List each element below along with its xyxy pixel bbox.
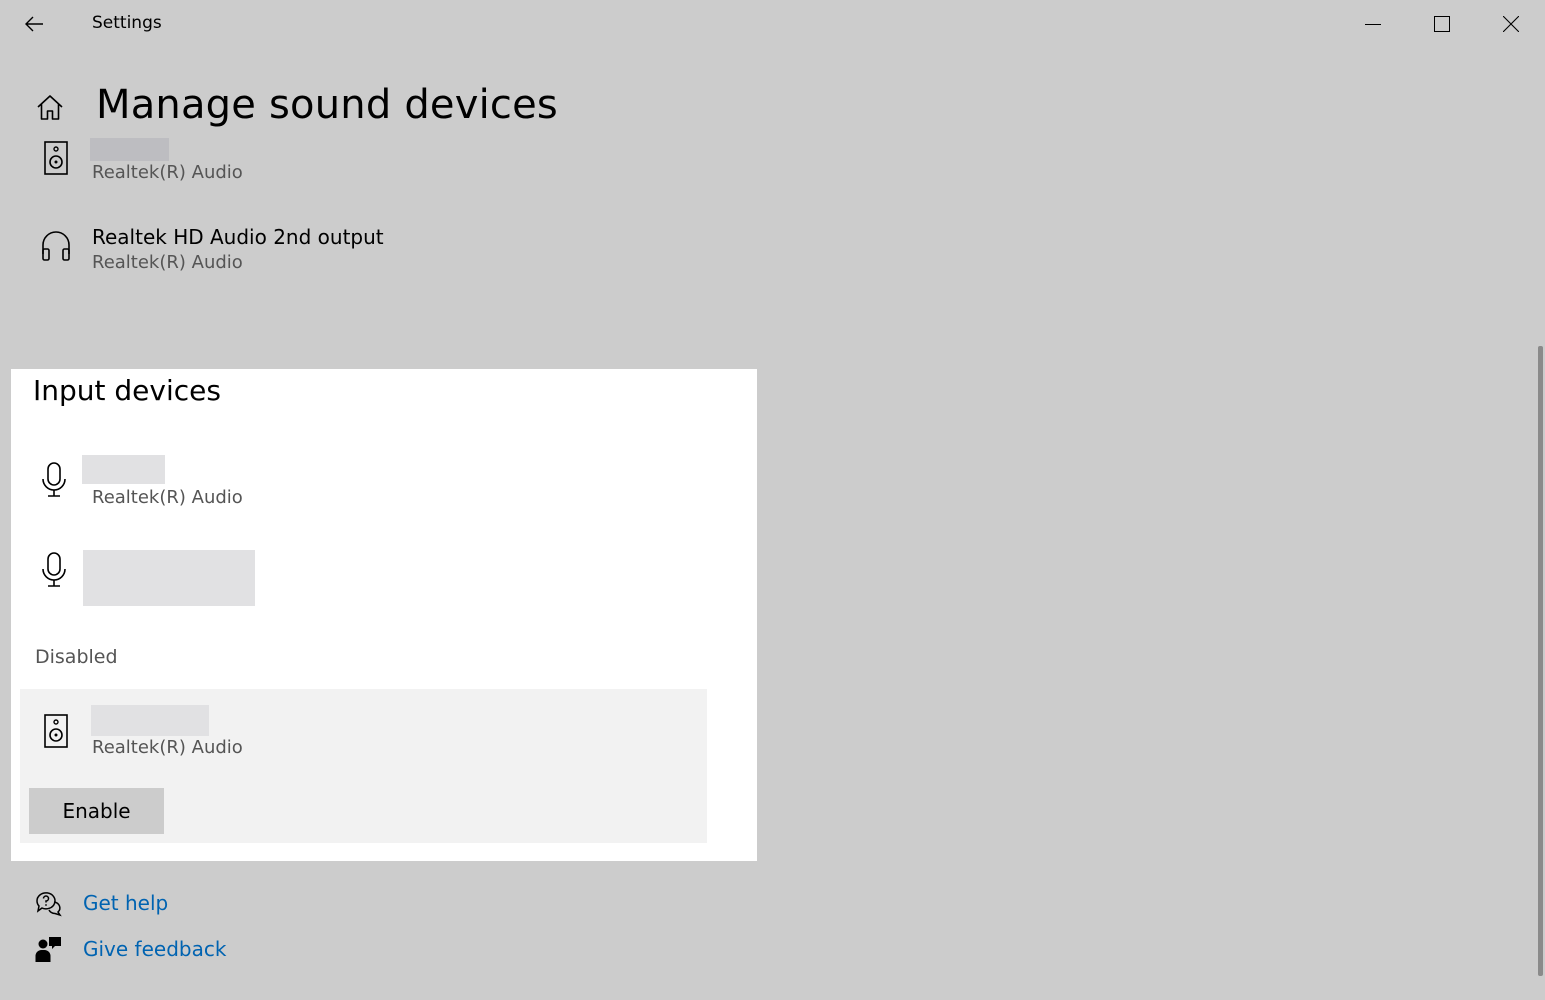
close-icon bbox=[1502, 16, 1519, 32]
settings-window: Settings Manage sound devices Realtek(R)… bbox=[0, 0, 1545, 1000]
redacted-device-name bbox=[83, 550, 255, 606]
get-help-link[interactable]: Get help bbox=[83, 891, 168, 915]
headphones-icon bbox=[39, 226, 73, 266]
speaker-icon bbox=[39, 711, 73, 751]
maximize-button[interactable] bbox=[1407, 0, 1476, 48]
give-feedback-icon bbox=[33, 934, 63, 964]
enable-button[interactable]: Enable bbox=[29, 788, 164, 834]
redacted-device-name bbox=[90, 138, 169, 161]
home-button[interactable] bbox=[33, 90, 67, 124]
device-driver: Realtek(R) Audio bbox=[92, 162, 243, 183]
minimize-button[interactable] bbox=[1338, 0, 1407, 48]
device-name: Realtek HD Audio 2nd output bbox=[92, 225, 384, 249]
back-button[interactable] bbox=[10, 4, 58, 44]
input-devices-panel: Input devices Realtek(R) Audio Disabled … bbox=[11, 369, 757, 861]
redacted-device-name bbox=[91, 705, 209, 736]
device-driver: Realtek(R) Audio bbox=[92, 487, 243, 508]
vertical-scrollbar[interactable] bbox=[1538, 346, 1543, 976]
device-driver: Realtek(R) Audio bbox=[92, 737, 243, 758]
page-title: Manage sound devices bbox=[96, 82, 558, 128]
microphone-icon bbox=[37, 460, 71, 500]
disabled-device-row[interactable]: Realtek(R) Audio Enable bbox=[20, 689, 707, 843]
close-button[interactable] bbox=[1476, 0, 1545, 48]
maximize-icon bbox=[1433, 16, 1450, 32]
home-icon bbox=[37, 95, 63, 120]
speaker-icon bbox=[39, 138, 73, 178]
input-devices-heading: Input devices bbox=[33, 374, 221, 407]
device-driver: Realtek(R) Audio bbox=[92, 252, 243, 273]
back-arrow-icon bbox=[25, 16, 43, 32]
app-title: Settings bbox=[92, 13, 162, 33]
title-bar: Settings bbox=[0, 0, 1545, 48]
disabled-section-label: Disabled bbox=[35, 646, 118, 668]
give-feedback-link[interactable]: Give feedback bbox=[83, 937, 226, 961]
microphone-icon bbox=[37, 550, 71, 590]
redacted-device-name bbox=[82, 455, 165, 484]
get-help-icon bbox=[33, 888, 63, 918]
minimize-icon bbox=[1364, 24, 1381, 25]
